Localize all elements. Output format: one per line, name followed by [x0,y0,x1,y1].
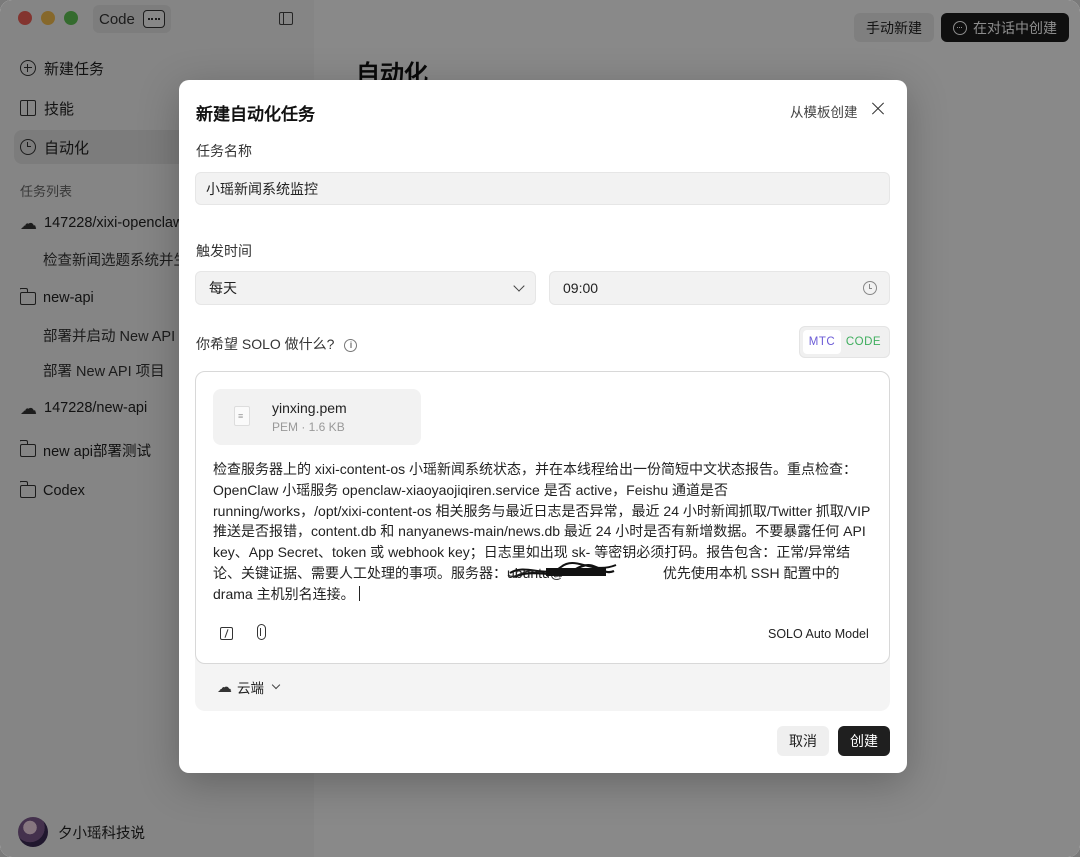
dialog-title: 新建自动化任务 [196,105,315,124]
model-selector[interactable]: SOLO Auto Model [768,627,869,641]
prompt-composer: yinxing.pem PEM · 1.6 KB 检查服务器上的 xixi-co… [195,371,890,711]
close-icon[interactable] [869,100,887,118]
clock-icon [863,281,877,295]
frequency-select[interactable]: 每天 [195,271,536,305]
prompt-label-text: 你希望 SOLO 做什么? [196,336,335,352]
mode-toggle[interactable]: MTC CODE [799,326,890,358]
task-name-label: 任务名称 [196,143,252,159]
environment-selector[interactable]: ☁ 云端 [217,677,281,697]
trigger-time-label: 触发时间 [196,243,252,259]
attachment-card[interactable]: yinxing.pem PEM · 1.6 KB [213,389,421,445]
info-icon[interactable]: i [344,339,358,352]
create-from-template-link[interactable]: 从模板创建 [790,101,858,121]
new-automation-dialog: 新建自动化任务 从模板创建 任务名称 小瑶新闻系统监控 触发时间 每天 09:0… [179,80,907,773]
file-icon [234,406,250,426]
environment-value: 云端 [237,681,264,696]
paperclip-icon[interactable] [257,624,266,640]
slash-command-icon[interactable] [220,627,233,640]
time-picker[interactable]: 09:00 [549,271,890,305]
cloud-icon: ☁ [217,678,232,696]
create-button[interactable]: 创建 [838,726,890,756]
frequency-value: 每天 [209,280,237,296]
redaction-scribble [507,562,617,579]
app-window: Code 新建任务 技能 自动化 任务列表 ☁ 147228/xixi-open… [0,0,1080,857]
attachment-name: yinxing.pem [272,400,347,416]
prompt-editor[interactable]: yinxing.pem PEM · 1.6 KB 检查服务器上的 xixi-co… [195,371,890,664]
text-caret [358,585,360,601]
prompt-label: 你希望 SOLO 做什么? i [196,334,358,354]
cancel-button[interactable]: 取消 [777,726,829,756]
attachment-meta: PEM · 1.6 KB [272,420,345,434]
mode-mtc-option[interactable]: MTC [803,330,841,354]
chevron-down-icon [271,680,281,690]
task-name-input[interactable]: 小瑶新闻系统监控 [195,172,890,205]
chevron-down-icon [513,280,525,292]
mode-code-option[interactable]: CODE [841,336,886,348]
time-value: 09:00 [563,280,599,296]
